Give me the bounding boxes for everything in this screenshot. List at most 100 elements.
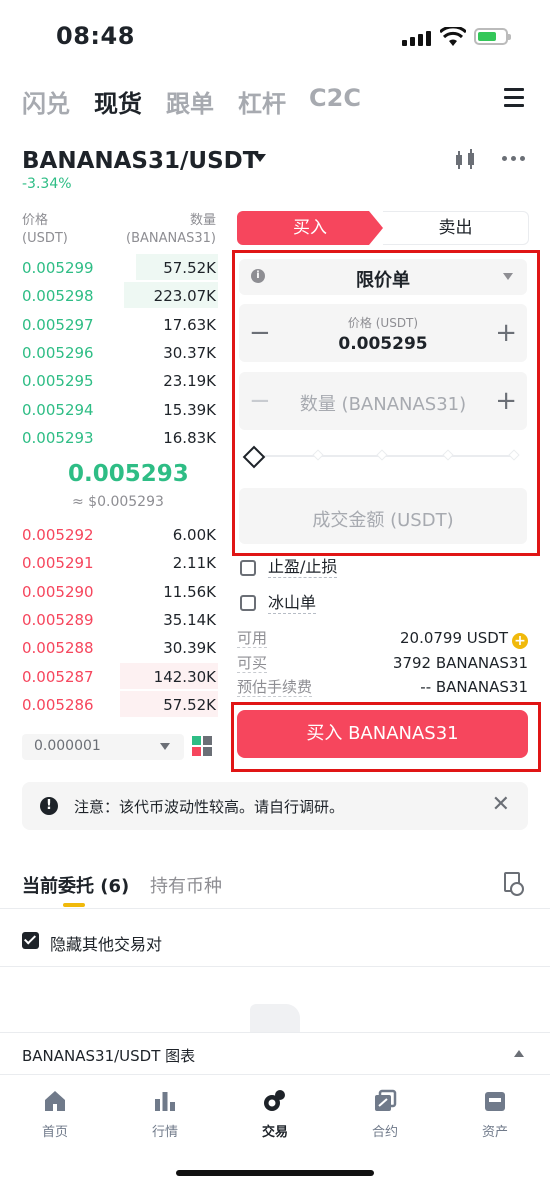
orderbook-ask-row[interactable]: 0.005289 35.14K	[22, 606, 218, 634]
nav-markets[interactable]: 行情	[125, 1089, 205, 1140]
price-input[interactable]: − 价格 (USDT) 0.005295 +	[239, 304, 527, 362]
orderbook-ask-row[interactable]: 0.005287 142.30K	[22, 662, 218, 691]
chart-expand-bar[interactable]: BANANAS31/USDT 图表	[0, 1032, 550, 1075]
orderbook-price: 0.005290	[22, 582, 94, 601]
orderbook-price: 0.005298	[22, 287, 94, 306]
orderbook-quantity: 15.39K	[163, 400, 216, 419]
caret-up-icon	[514, 1050, 524, 1057]
divider	[0, 908, 550, 909]
close-icon[interactable]: ✕	[492, 792, 510, 817]
hide-other-pairs-checkbox[interactable]	[22, 932, 39, 949]
orderbook-ask-row[interactable]: 0.005290 11.56K	[22, 578, 218, 606]
orderbook-quantity: 16.83K	[163, 428, 216, 447]
orderbook-quantity: 30.39K	[163, 639, 216, 658]
price-column-header: 价格 (USDT)	[22, 213, 68, 246]
orderbook-price: 0.005296	[22, 343, 94, 362]
tab-copy-trading[interactable]: 跟单	[166, 84, 214, 119]
pair-selector[interactable]: BANANAS31/USDT	[22, 148, 258, 174]
nav-futures[interactable]: 合约	[345, 1089, 425, 1140]
menu-icon[interactable]	[504, 88, 524, 108]
orderbook-quantity: 17.63K	[163, 315, 216, 334]
orderbook-bid-row[interactable]: 0.005295 23.19K	[22, 367, 218, 395]
home-icon	[45, 1091, 65, 1111]
orderbook-bid-row[interactable]: 0.005298 223.07K	[22, 282, 218, 310]
iceberg-label[interactable]: 冰山单	[268, 593, 317, 614]
tab-convert[interactable]: 闪兑	[22, 84, 70, 119]
orderbook-quantity: 30.37K	[163, 343, 216, 362]
orderbook-price: 0.005299	[22, 259, 94, 277]
precision-selector[interactable]: 0.000001	[22, 734, 184, 760]
active-tab-indicator	[63, 903, 85, 907]
orderbook-quantity: 11.56K	[163, 582, 216, 601]
orderbook-price: 0.005295	[22, 372, 94, 391]
empty-state-illustration	[250, 1004, 300, 1034]
caret-down-icon	[160, 743, 170, 750]
buy-submit-button[interactable]: 买入 BANANAS31	[237, 710, 528, 758]
cellular-signal-icon	[402, 30, 432, 46]
orderbook-bid-row[interactable]: 0.005296 30.37K	[22, 339, 218, 367]
orderbook-bid-row[interactable]: 0.005299 57.52K	[22, 254, 218, 282]
wallet-icon	[485, 1092, 505, 1111]
orderbook-quantity: 57.52K	[163, 259, 216, 277]
orderbook-quantity: 23.19K	[163, 372, 216, 391]
sell-tab[interactable]: 卖出	[383, 211, 529, 245]
bar-chart-icon	[155, 1092, 175, 1111]
amount-slider[interactable]	[242, 445, 520, 469]
orderbook-price: 0.005291	[22, 554, 94, 573]
status-time: 08:48	[56, 22, 135, 50]
orderbook-quantity: 223.07K	[153, 287, 216, 306]
orderbook-price: 0.005289	[22, 610, 94, 629]
tab-spot[interactable]: 现货	[94, 84, 142, 119]
total-input[interactable]: 成交金额 (USDT)	[239, 488, 527, 544]
home-indicator	[176, 1170, 374, 1176]
tpsl-checkbox[interactable]	[240, 560, 256, 576]
candlestick-chart-icon[interactable]	[452, 148, 478, 172]
tab-c2c[interactable]: C2C	[309, 84, 361, 112]
increase-amount-button[interactable]: +	[495, 388, 517, 414]
more-options-icon[interactable]	[502, 156, 525, 161]
orderbook-quantity: 57.52K	[163, 695, 216, 714]
futures-icon	[375, 1089, 397, 1111]
orderbook-ask-row[interactable]: 0.005292 6.00K	[22, 521, 218, 549]
orderbook-price: 0.005297	[22, 315, 94, 334]
orderbook-price: 0.005288	[22, 639, 94, 658]
quantity-column-header: 数量 (BANANAS31)	[126, 213, 216, 246]
orderbook-price: 0.005294	[22, 400, 94, 419]
buy-tab[interactable]: 买入	[237, 211, 383, 245]
caret-down-icon[interactable]	[254, 154, 266, 162]
amount-input[interactable]: − 数量 (BANANAS31) +	[239, 372, 527, 430]
orderbook-price: 0.005292	[22, 526, 94, 544]
orderbook-bid-row[interactable]: 0.005294 15.39K	[22, 396, 218, 424]
increase-price-button[interactable]: +	[495, 320, 517, 346]
volatility-notice: ! 注意：该代币波动性较高。请自行调研。 ✕	[22, 782, 528, 830]
orderbook-price: 0.005293	[22, 428, 94, 447]
order-type-selector[interactable]: i 限价单	[239, 259, 527, 295]
nav-assets[interactable]: 资产	[455, 1089, 535, 1140]
hide-other-pairs-label[interactable]: 隐藏其他交易对	[50, 931, 162, 955]
order-history-icon[interactable]	[504, 872, 524, 896]
orderbook-bid-row[interactable]: 0.005297 17.63K	[22, 311, 218, 339]
orderbook-quantity: 2.11K	[172, 554, 216, 573]
orderbook-quantity: 6.00K	[172, 526, 216, 544]
orderbook-bid-row[interactable]: 0.005293 16.83K	[22, 424, 218, 452]
iceberg-checkbox[interactable]	[240, 595, 256, 611]
last-price: 0.005293	[68, 461, 189, 487]
add-funds-icon[interactable]: +	[512, 633, 528, 649]
tab-holdings[interactable]: 持有币种	[150, 872, 222, 898]
tpsl-label[interactable]: 止盈/止损	[268, 557, 338, 578]
orderbook-quantity: 142.30K	[153, 667, 216, 686]
orderbook-layout-icon[interactable]	[192, 736, 212, 756]
orderbook-ask-row[interactable]: 0.005291 2.11K	[22, 549, 218, 577]
battery-icon	[474, 28, 511, 45]
nav-home[interactable]: 首页	[15, 1089, 95, 1140]
orderbook-ask-row[interactable]: 0.005288 30.39K	[22, 634, 218, 662]
price-value[interactable]: 0.005295	[239, 334, 527, 354]
divider	[0, 966, 550, 967]
tab-open-orders[interactable]: 当前委托 (6)	[22, 872, 129, 898]
nav-trade[interactable]: 交易	[235, 1089, 315, 1140]
caret-down-icon	[503, 273, 513, 280]
tab-margin[interactable]: 杠杆	[238, 84, 286, 119]
orderbook-ask-row[interactable]: 0.005286 57.52K	[22, 690, 218, 719]
slider-handle[interactable]	[242, 445, 266, 469]
last-price-usd: ≈ $0.005293	[72, 494, 164, 510]
